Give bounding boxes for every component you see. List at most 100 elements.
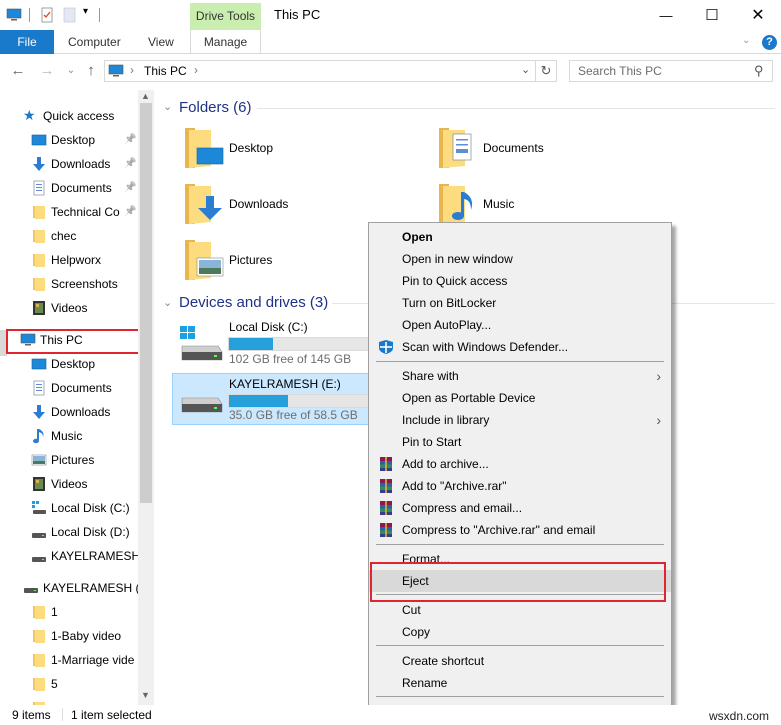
nav-this-pc-item[interactable]: Videos <box>31 473 138 495</box>
nav-quick-access-item[interactable]: Helpworx <box>31 249 138 271</box>
menu-item-compress-and-email[interactable]: Compress and email... <box>369 497 671 519</box>
qat-customize-icon[interactable]: ▾ <box>83 6 88 17</box>
nav-quick-access-item[interactable]: Documents 📌 <box>31 177 138 199</box>
close-button[interactable]: ✕ <box>735 0 781 30</box>
properties-icon[interactable] <box>39 7 55 23</box>
expand-ribbon-icon[interactable]: ⌄ <box>742 35 750 46</box>
drive-icon <box>181 397 223 413</box>
menu-item-pin-to-start[interactable]: Pin to Start <box>369 431 671 453</box>
nav-quick-access-item[interactable]: Downloads 📌 <box>31 153 138 175</box>
drive-usage-bar <box>228 337 378 351</box>
back-button[interactable]: ← <box>9 62 27 80</box>
menu-item-turn-on-bitlocker[interactable]: Turn on BitLocker <box>369 292 671 314</box>
menu-item-cut[interactable]: Cut <box>369 599 671 621</box>
folder-label: Downloads <box>229 197 289 211</box>
tab-view[interactable]: View <box>148 30 174 54</box>
music-icon <box>31 428 47 444</box>
menu-item-include-in-library[interactable]: Include in library › <box>369 409 671 431</box>
windows-drive-icon <box>180 326 223 361</box>
address-dropdown-icon[interactable]: ⌄ <box>521 63 530 76</box>
menu-item-open-in-new-window[interactable]: Open in new window <box>369 248 671 270</box>
nav-quick-access-item[interactable]: Videos <box>31 297 138 319</box>
folder-item-desktop[interactable]: Desktop <box>183 124 383 172</box>
menu-item-copy[interactable]: Copy <box>369 621 671 643</box>
nav-quick-access-item[interactable]: chec <box>31 225 138 247</box>
breadcrumb-separator[interactable]: › <box>194 63 198 77</box>
nav-usb-item-partial[interactable] <box>31 697 138 705</box>
nav-usb-item[interactable]: 1-Marriage vide <box>31 649 138 671</box>
drive-kayelramesh-e[interactable]: KAYELRAMESH (E:) 35.0 GB free of 58.5 GB <box>172 373 378 425</box>
drive-icon <box>31 524 47 540</box>
folder-item-documents[interactable]: Documents <box>437 124 637 172</box>
collapse-folders-icon[interactable]: ⌄ <box>163 100 172 113</box>
folders-section-header[interactable]: Folders (6) <box>179 99 252 116</box>
nav-quick-access-item[interactable]: Desktop 📌 <box>31 129 138 151</box>
nav-this-pc-item[interactable]: Desktop <box>31 353 138 375</box>
collapse-drives-icon[interactable]: ⌄ <box>163 296 172 309</box>
menu-item-open-as-portable-device[interactable]: Open as Portable Device <box>369 387 671 409</box>
menu-item-open-autoplay[interactable]: Open AutoPlay... <box>369 314 671 336</box>
new-folder-icon[interactable] <box>62 7 78 23</box>
folder-item-music[interactable]: Music <box>437 180 637 228</box>
desktop-folder-icon <box>185 128 224 168</box>
menu-item-create-shortcut[interactable]: Create shortcut <box>369 650 671 672</box>
search-input[interactable]: Search This PC ⚲ <box>569 60 773 82</box>
menu-item-label: Open AutoPlay... <box>402 318 492 332</box>
folder-label: Desktop <box>229 141 274 155</box>
folder-item-pictures[interactable]: Pictures <box>183 236 383 284</box>
nav-usb-item[interactable]: 1-Baby video <box>31 625 138 647</box>
folder-icon <box>31 676 47 692</box>
nav-this-pc-item[interactable]: Local Disk (C:) <box>31 497 138 519</box>
section-divider <box>257 108 775 109</box>
folder-label: Pictures <box>229 253 273 267</box>
nav-quick-access-item[interactable]: Screenshots <box>31 273 138 295</box>
menu-item-label: Cut <box>402 603 421 617</box>
nav-quick-access[interactable]: ★ Quick access <box>23 105 138 127</box>
recent-locations-button[interactable]: ⌄ <box>62 62 80 80</box>
menu-item-open[interactable]: Open <box>369 226 671 248</box>
tab-computer[interactable]: Computer <box>68 30 121 54</box>
nav-usb-item[interactable]: 5 <box>31 673 138 695</box>
pin-icon: 📌 <box>124 134 137 145</box>
scroll-up-icon[interactable]: ▲ <box>141 91 150 101</box>
nav-usb-item[interactable]: 1 <box>31 601 138 623</box>
menu-item-compress-to-archive-rar-and-email[interactable]: Compress to "Archive.rar" and email <box>369 519 671 541</box>
folder-label: Music <box>483 197 515 211</box>
drives-section-header[interactable]: Devices and drives (3) <box>179 294 328 311</box>
pictures-folder-icon <box>185 240 224 280</box>
drive-local-disk-c[interactable]: Local Disk (C:) 102 GB free of 145 GB <box>172 316 378 368</box>
menu-item-rename[interactable]: Rename <box>369 672 671 694</box>
menu-item-pin-to-quick-access[interactable]: Pin to Quick access <box>369 270 671 292</box>
nav-scrollbar-thumb[interactable] <box>140 103 152 503</box>
folder-item-downloads[interactable]: Downloads <box>183 180 383 228</box>
breadcrumb-this-pc[interactable]: This PC <box>144 64 187 78</box>
nav-this-pc-item[interactable]: Music <box>31 425 138 447</box>
scroll-down-icon[interactable]: ▼ <box>141 690 150 700</box>
menu-item-add-to-archive[interactable]: Add to archive... <box>369 453 671 475</box>
tab-manage[interactable]: Manage <box>190 30 261 54</box>
nav-this-pc-item[interactable]: KAYELRAMESH ( <box>31 545 138 567</box>
nav-this-pc-item[interactable]: Pictures <box>31 449 138 471</box>
nav-this-pc-item[interactable]: Downloads <box>31 401 138 423</box>
drive-free-space: 102 GB free of 145 GB <box>229 352 352 366</box>
address-bar[interactable]: › This PC › ⌄ <box>104 60 536 82</box>
nav-usb-drive[interactable]: KAYELRAMESH (E <box>23 577 138 599</box>
refresh-button[interactable]: ↻ <box>536 60 557 82</box>
folder-icon <box>31 228 47 244</box>
menu-item-label: Rename <box>402 676 448 690</box>
maximize-button[interactable]: ☐ <box>689 0 735 30</box>
nav-this-pc-item[interactable]: Local Disk (D:) <box>31 521 138 543</box>
breadcrumb-separator[interactable]: › <box>130 63 134 77</box>
tab-file[interactable]: File <box>0 30 54 54</box>
windows-drive-icon <box>31 500 47 516</box>
minimize-button[interactable]: — <box>643 0 689 30</box>
nav-this-pc-item[interactable]: Documents <box>31 377 138 399</box>
up-button[interactable]: ↑ <box>82 62 100 80</box>
folder-icon <box>31 276 47 292</box>
menu-item-add-to-archive-rar[interactable]: Add to "Archive.rar" <box>369 475 671 497</box>
menu-item-scan-with-windows-defender[interactable]: Scan with Windows Defender... <box>369 336 671 358</box>
nav-quick-access-item[interactable]: Technical Co 📌 <box>31 201 138 223</box>
forward-button[interactable]: → <box>38 62 56 80</box>
help-icon[interactable]: ? <box>762 35 777 50</box>
menu-item-share-with[interactable]: Share with › <box>369 365 671 387</box>
